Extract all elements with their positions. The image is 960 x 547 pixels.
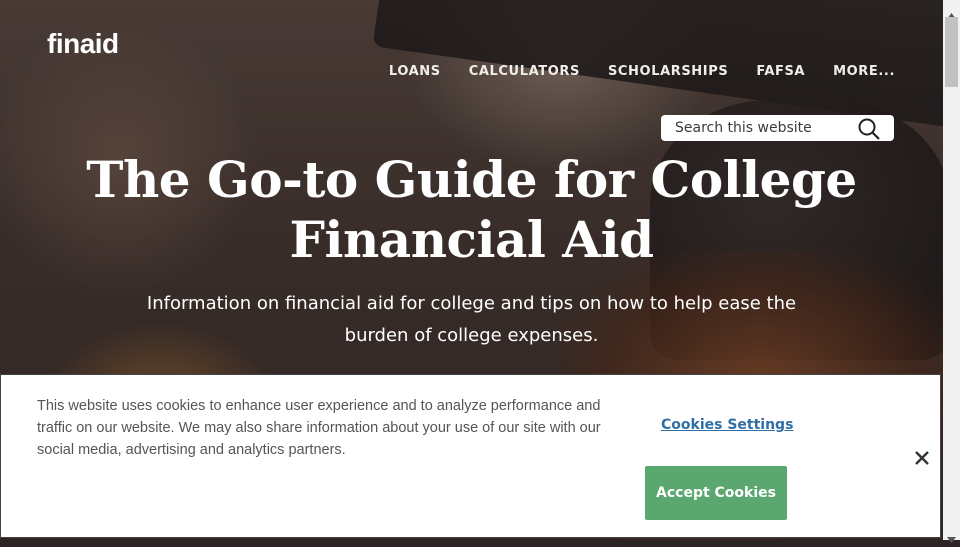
accept-cookies-button[interactable]: Accept Cookies [645,466,787,520]
search-input[interactable] [673,119,857,137]
nav-item-scholarships[interactable]: SCHOLARSHIPS [608,64,728,79]
nav-item-more[interactable]: MORE... [833,64,895,79]
page-subtitle: Information on financial aid for college… [146,293,797,346]
nav-item-fafsa[interactable]: FAFSA [756,64,805,79]
cookies-settings-link[interactable]: Cookies Settings [661,417,793,433]
scroll-down-arrow-icon[interactable] [947,528,956,547]
cookie-banner: This website uses cookies to enhance use… [0,374,941,538]
page-title: The Go-to Guide for College Financial Ai… [86,150,857,269]
search-box [661,115,894,141]
site-logo[interactable]: finaid [47,28,119,60]
scrollbar-thumb[interactable] [945,17,958,87]
cookie-message: This website uses cookies to enhance use… [37,398,601,458]
page-scrollbar[interactable] [943,0,960,543]
close-icon[interactable] [911,447,933,469]
main-nav: LOANS CALCULATORS SCHOLARSHIPS FAFSA MOR… [389,64,895,79]
search-icon[interactable] [858,118,880,144]
nav-item-loans[interactable]: LOANS [389,64,441,79]
nav-item-calculators[interactable]: CALCULATORS [469,64,580,79]
